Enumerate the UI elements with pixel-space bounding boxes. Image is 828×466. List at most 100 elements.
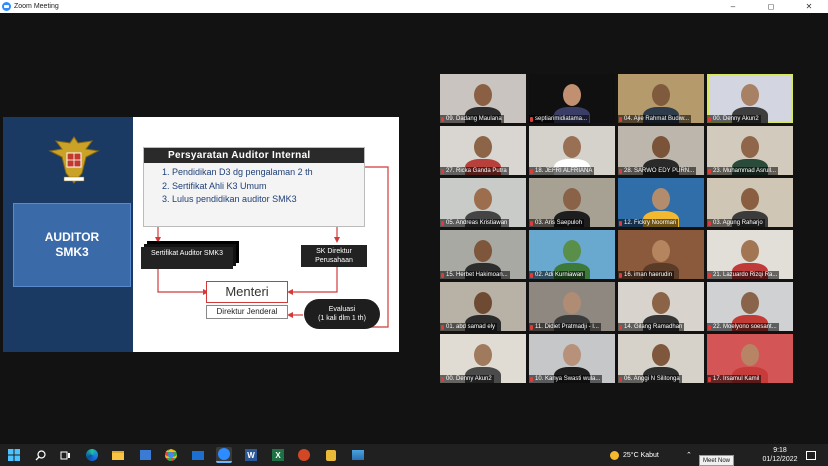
muted-mic-icon: [619, 168, 622, 174]
participant-name: 00. Denny Akun2: [446, 376, 492, 382]
participant-tile[interactable]: 28. SARWO EDY PURN...: [618, 126, 704, 175]
close-button[interactable]: ✕: [790, 0, 828, 13]
participant-name: 17. Irsamul Kamil: [713, 376, 760, 382]
participant-tile[interactable]: 03. Agung Raharjo: [707, 178, 793, 227]
muted-mic-icon: [708, 376, 711, 382]
participant-video-face: [652, 292, 670, 314]
sertifikat-label: Sertifikat Auditor SMK3: [141, 247, 233, 269]
participant-tile[interactable]: 23. Muhammad Asrull...: [707, 126, 793, 175]
participant-tile[interactable]: 17. Irsamul Kamil: [707, 334, 793, 383]
participant-name: 16. iman haerudin: [624, 272, 673, 278]
maximize-button[interactable]: ◻: [752, 0, 790, 13]
participant-name-label: 17. Irsamul Kamil: [707, 375, 762, 383]
participant-tile[interactable]: 11. Didiet Pratmadji - I...: [529, 282, 615, 331]
participant-video-face: [474, 240, 492, 262]
participant-name: 28. SARWO EDY PURN...: [624, 168, 695, 174]
participant-tile[interactable]: 27. Ricka Ganda Putra: [440, 126, 526, 175]
muted-mic-icon: [530, 376, 533, 382]
participant-name-label: 00. Denny Akun2: [440, 375, 494, 383]
notification-icon[interactable]: [806, 444, 816, 466]
file-explorer-icon[interactable]: [110, 447, 126, 463]
participant-name-label: 18. JEFRI ALFRIANA: [529, 167, 595, 175]
participant-video-face: [741, 136, 759, 158]
direktur-jenderal-box: Direktur Jenderal: [206, 305, 288, 319]
participant-tile[interactable]: 06. Anggi N Silitonga: [618, 334, 704, 383]
participant-video-face: [652, 84, 670, 106]
search-icon[interactable]: [32, 447, 48, 463]
muted-mic-icon: [441, 116, 444, 122]
muted-mic-icon: [441, 324, 444, 330]
participant-name-label: 02. Adi Kurniawan: [529, 271, 586, 279]
muted-mic-icon: [708, 116, 711, 122]
muted-mic-icon: [619, 220, 622, 226]
edge-browser-icon[interactable]: [84, 447, 100, 463]
muted-mic-icon: [441, 220, 444, 226]
participant-tile[interactable]: 09. Dadang Maulana: [440, 74, 526, 123]
task-view-icon[interactable]: [57, 447, 73, 463]
menteri-box: Menteri: [206, 281, 288, 303]
participant-video-face: [741, 344, 759, 366]
chrome-icon[interactable]: [163, 447, 179, 463]
windows-taskbar: W X 25°C Kabut ⌃ Meet Now 9:18 01/12/202…: [0, 444, 828, 466]
powerpoint-icon[interactable]: [296, 447, 312, 463]
participant-name: 05. Andreas Kristiawan: [446, 220, 508, 226]
chevron-up-icon[interactable]: ⌃: [686, 444, 692, 466]
minimize-button[interactable]: –: [714, 0, 752, 13]
muted-mic-icon: [441, 376, 444, 382]
windows-start-icon[interactable]: [6, 447, 22, 463]
participant-tile[interactable]: 00. Denny Akun2: [440, 334, 526, 383]
weather-sun-icon: [610, 450, 619, 460]
excel-icon[interactable]: X: [270, 447, 286, 463]
participant-tile[interactable]: 21. Lazuardo Rizqi Ra...: [707, 230, 793, 279]
zoom-taskbar-icon[interactable]: [216, 447, 232, 463]
participant-name-label: 10. Kanya Swasti wula...: [529, 375, 603, 383]
participant-name-label: 00. Denny Akun2: [707, 115, 761, 123]
participant-tile[interactable]: 02. Adi Kurniawan: [529, 230, 615, 279]
participant-tile[interactable]: septiarimidiatama...: [529, 74, 615, 123]
participant-tile[interactable]: 18. JEFRI ALFRIANA: [529, 126, 615, 175]
muted-mic-icon: [530, 168, 533, 174]
participant-name-label: 03. Aris Saepuloh: [529, 219, 585, 227]
participant-tile[interactable]: 05. Andreas Kristiawan: [440, 178, 526, 227]
muted-mic-icon: [441, 272, 444, 278]
participant-name-label: 04. Ajie Rahmat Budiw...: [618, 115, 692, 123]
participant-name: 03. Agung Raharjo: [713, 220, 763, 226]
mail-icon[interactable]: [190, 447, 206, 463]
participant-name-label: 11. Didiet Pratmadji - I...: [529, 323, 601, 331]
muted-mic-icon: [441, 168, 444, 174]
participant-video-face: [474, 136, 492, 158]
participant-tile[interactable]: 04. Ajie Rahmat Budiw...: [618, 74, 704, 123]
participant-tile[interactable]: 10. Kanya Swasti wula...: [529, 334, 615, 383]
participant-name-label: 15. Herbet Hakimoan...: [440, 271, 510, 279]
participant-tile[interactable]: 03. Aris Saepuloh: [529, 178, 615, 227]
participant-name: 22. Moelyono soesant...: [713, 324, 777, 330]
participant-tile[interactable]: 01. abd samad ely: [440, 282, 526, 331]
participant-name: 11. Didiet Pratmadji - I...: [535, 324, 599, 330]
clock[interactable]: 9:18 01/12/2022: [760, 444, 800, 466]
participant-name: 23. Muhammad Asrull...: [713, 168, 777, 174]
participant-tile[interactable]: 22. Moelyono soesant...: [707, 282, 793, 331]
participant-video-face: [563, 136, 581, 158]
muted-mic-icon: [530, 324, 533, 330]
participant-tile[interactable]: 14. Gilang Ramadhan: [618, 282, 704, 331]
store-icon[interactable]: [137, 447, 153, 463]
participant-tile[interactable]: 15. Herbet Hakimoan...: [440, 230, 526, 279]
window-titlebar: Zoom Meeting – ◻ ✕: [0, 0, 828, 13]
participant-name-label: 23. Muhammad Asrull...: [707, 167, 779, 175]
meeting-stage: AUDITOR SMK3 Persyaratan Auditor Interna…: [0, 13, 828, 444]
meet-now-tooltip: Meet Now: [699, 455, 735, 466]
participant-tile[interactable]: 00. Denny Akun2: [707, 74, 793, 123]
photos-icon[interactable]: [350, 447, 366, 463]
participant-name-label: 21. Lazuardo Rizqi Ra...: [707, 271, 780, 279]
participant-tile[interactable]: 16. iman haerudin: [618, 230, 704, 279]
participant-name: 09. Dadang Maulana: [446, 116, 502, 122]
weather-widget[interactable]: 25°C Kabut: [610, 444, 659, 466]
participant-video-face: [741, 188, 759, 210]
participant-video-face: [741, 292, 759, 314]
lock-app-icon[interactable]: [323, 447, 339, 463]
window-controls: – ◻ ✕: [714, 0, 828, 13]
word-icon[interactable]: W: [243, 447, 259, 463]
participant-tile[interactable]: 12. Fickry Noormari: [618, 178, 704, 227]
muted-mic-icon: [619, 324, 622, 330]
muted-mic-icon: [619, 376, 622, 382]
